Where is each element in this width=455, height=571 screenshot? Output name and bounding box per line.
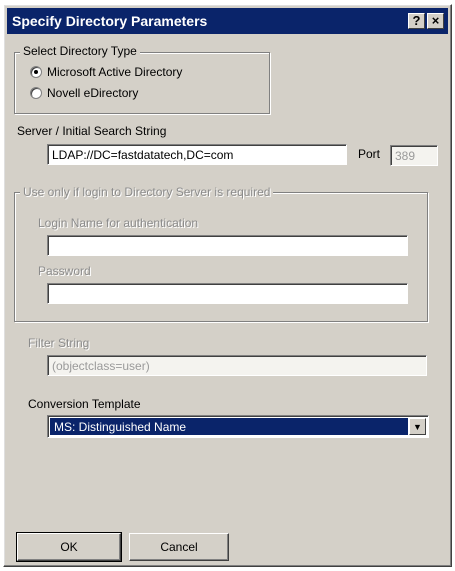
server-input[interactable] [47, 144, 347, 165]
directory-type-group-label: Select Directory Type [20, 44, 140, 58]
help-button[interactable]: ? [408, 13, 425, 29]
dropdown-arrow-icon[interactable]: ▼ [409, 418, 426, 435]
radio-microsoft-active-directory[interactable]: Microsoft Active Directory [30, 65, 182, 79]
server-label: Server / Initial Search String [17, 124, 167, 138]
radio-button-unchecked[interactable] [30, 87, 42, 99]
password-input[interactable] [47, 283, 408, 304]
conversion-label: Conversion Template [28, 397, 141, 411]
close-button[interactable]: × [427, 13, 444, 29]
radio-button-checked[interactable] [30, 66, 42, 78]
login-group-label: Use only if login to Directory Server is… [20, 185, 274, 199]
login-name-input[interactable] [47, 235, 408, 256]
radio-novell-edirectory[interactable]: Novell eDirectory [30, 86, 138, 100]
dialog-window: Specify Directory Parameters ? × Select … [3, 4, 452, 567]
password-label: Password [38, 264, 91, 278]
conversion-selected-value: MS: Distinguished Name [50, 418, 408, 435]
directory-type-group [14, 52, 270, 114]
radio-label-microsoft: Microsoft Active Directory [47, 65, 183, 79]
ok-button[interactable]: OK [16, 532, 122, 562]
cancel-button[interactable]: Cancel [129, 533, 229, 561]
filter-input[interactable] [47, 355, 427, 376]
conversion-template-select[interactable]: MS: Distinguished Name ▼ [47, 415, 429, 438]
title-bar[interactable]: Specify Directory Parameters ? × [7, 8, 448, 34]
radio-label-novell: Novell eDirectory [47, 86, 139, 100]
port-input[interactable] [390, 145, 438, 166]
filter-label: Filter String [28, 336, 90, 350]
port-label: Port [358, 147, 381, 161]
login-name-label: Login Name for authentication [38, 216, 199, 230]
dialog-title: Specify Directory Parameters [12, 13, 208, 29]
